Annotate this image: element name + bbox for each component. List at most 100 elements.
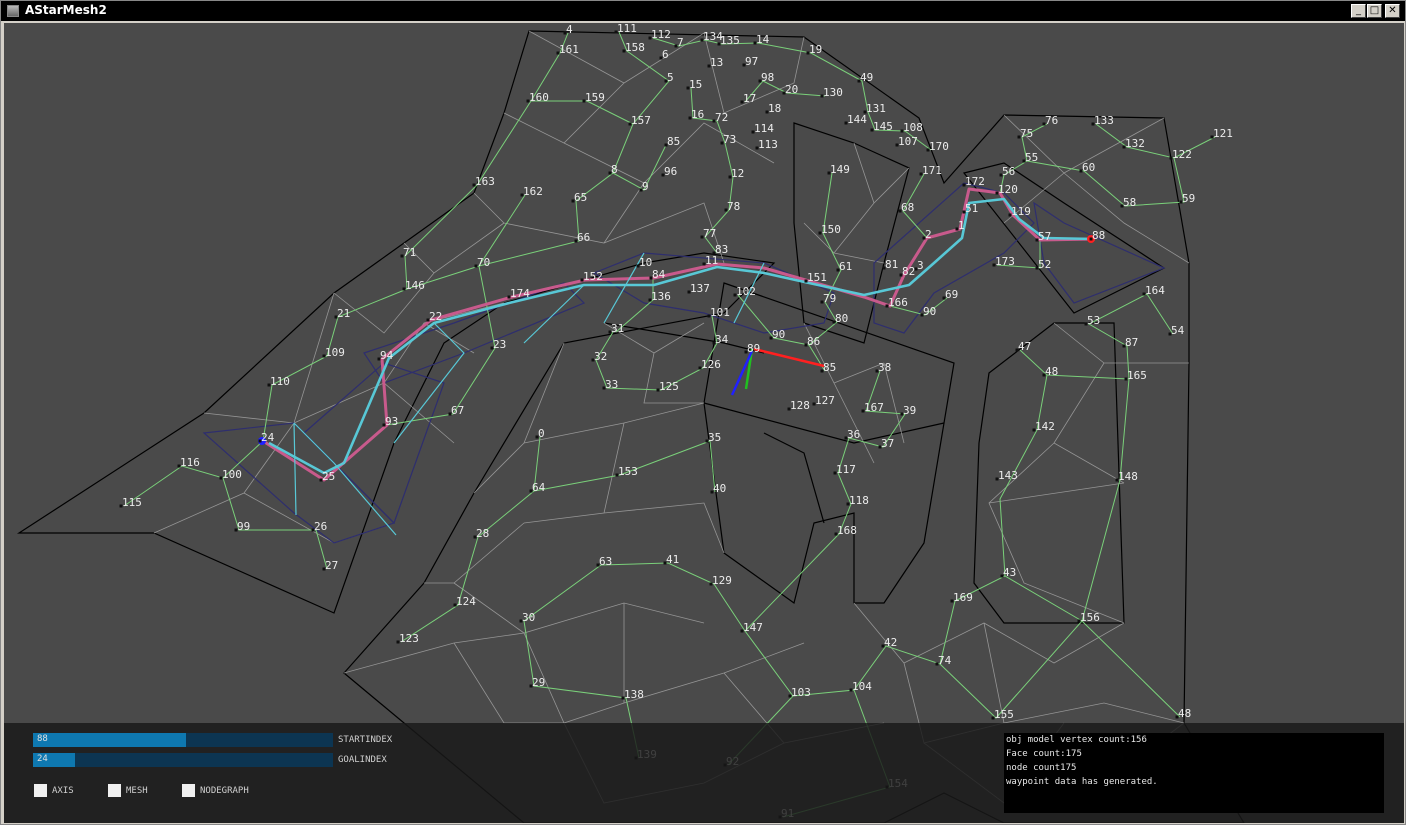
waypoint-node: 126: [698, 358, 721, 371]
close-button[interactable]: ✕: [1385, 4, 1400, 18]
waypoint-label: 168: [837, 524, 857, 537]
waypoint-node: 34: [712, 333, 729, 346]
waypoint-node: 18: [765, 102, 781, 115]
waypoint-label: 48: [1178, 707, 1191, 720]
waypoint-label: 163: [475, 175, 495, 188]
3d-viewport[interactable]: 4 111 112 7 134 135 14 19 161 158 6 13 97 49 5 15 98 20 13…: [4, 23, 1404, 823]
waypoint-label: 123: [399, 632, 419, 645]
waypoint-node: 61: [836, 260, 852, 273]
waypoint-node: 123: [396, 632, 419, 645]
waypoint-label: 97: [745, 55, 758, 68]
waypoint-node: 113: [755, 138, 778, 151]
nodegraph-checkbox[interactable]: [182, 784, 195, 797]
waypoint-node: 112: [648, 28, 671, 41]
waypoint-label: 42: [884, 636, 897, 649]
waypoint-node: 21: [334, 307, 350, 320]
waypoint-node: 170: [926, 140, 949, 153]
waypoint-node: 89: [744, 342, 760, 355]
waypoint-node: 88: [1089, 229, 1105, 242]
waypoint-label: 27: [325, 559, 338, 572]
waypoint-label: 53: [1087, 314, 1100, 327]
waypoint-node: 14: [753, 33, 770, 46]
waypoint-label: 33: [605, 378, 618, 391]
waypoint-label: 36: [847, 428, 860, 441]
waypoint-label: 56: [1002, 165, 1015, 178]
waypoint-node: 110: [267, 375, 290, 388]
waypoint-label: 100: [222, 468, 242, 481]
goal-index-slider[interactable]: 24 GOALINDEX: [33, 753, 387, 767]
waypoint-label: 49: [860, 71, 873, 84]
maximize-button[interactable]: □: [1367, 4, 1382, 18]
waypoint-label: 149: [830, 163, 850, 176]
axis-checkbox[interactable]: [34, 784, 47, 797]
waypoint-label: 59: [1182, 192, 1195, 205]
waypoint-node: 30: [519, 611, 535, 624]
console-line: node count175: [1006, 763, 1077, 773]
waypoint-node: 12: [728, 167, 744, 180]
waypoint-node: 85: [820, 361, 836, 374]
mesh-checkbox[interactable]: [108, 784, 121, 797]
waypoint-label: 11: [705, 254, 718, 267]
waypoint-label: 76: [1045, 114, 1058, 127]
waypoint-label: 120: [998, 183, 1018, 196]
nodegraph-toggle-label: NODEGRAPH: [200, 786, 249, 796]
waypoint-node: 52: [1035, 258, 1051, 271]
waypoint-label: 13: [710, 56, 723, 69]
waypoint-label: 51: [965, 202, 978, 215]
waypoint-label: 171: [922, 164, 942, 177]
waypoint-node: 109: [322, 346, 345, 359]
waypoint-node: 17: [740, 92, 756, 105]
waypoint-label: 75: [1020, 127, 1033, 140]
waypoint-label: 17: [743, 92, 756, 105]
waypoint-label: 81: [885, 258, 898, 271]
axis-toggle-label: AXIS: [52, 786, 74, 796]
waypoint-label: 160: [529, 91, 549, 104]
waypoint-node: 72: [712, 111, 728, 124]
waypoint-node: 132: [1122, 137, 1145, 150]
console-line: obj model vertex count:156: [1006, 735, 1147, 745]
waypoint-node: 6: [659, 48, 669, 61]
goal-index-value: 24: [37, 754, 48, 764]
waypoint-node: 93: [382, 415, 398, 428]
waypoint-node: 124: [453, 595, 476, 608]
waypoint-label: 14: [756, 33, 770, 46]
waypoint-node: 118: [846, 494, 869, 507]
waypoint-node: 173: [992, 255, 1015, 268]
waypoint-node: 130: [820, 86, 843, 99]
waypoint-label: 133: [1094, 114, 1114, 127]
waypoint-label: 6: [662, 48, 669, 61]
waypoint-label: 20: [785, 83, 798, 96]
waypoint-node: 67: [448, 404, 464, 417]
waypoint-label: 58: [1123, 196, 1136, 209]
waypoint-label: 10: [639, 256, 652, 269]
waypoint-label: 130: [823, 86, 843, 99]
waypoint-node: 48: [1175, 707, 1191, 720]
window-title: AStarMesh2: [25, 3, 107, 17]
minimize-button[interactable]: _: [1351, 4, 1366, 18]
waypoint-label: 108: [903, 121, 923, 134]
waypoint-label: 148: [1118, 470, 1138, 483]
title-bar[interactable]: AStarMesh2 _ □ ✕: [1, 1, 1405, 21]
waypoint-label: 68: [901, 201, 914, 214]
waypoint-node: 94: [377, 349, 394, 362]
waypoint-label: 7: [677, 36, 684, 49]
waypoint-label: 144: [847, 113, 867, 126]
waypoint-node: 137: [687, 282, 710, 295]
waypoint-node: 9: [639, 180, 649, 193]
waypoint-label: 79: [823, 292, 836, 305]
waypoint-node: 7: [674, 36, 684, 49]
node-labels: 4 111 1127 134135 1419161 158613 97495159820 13…: [119, 23, 1233, 820]
waypoint-node: 125: [656, 380, 679, 393]
waypoint-node: 172: [962, 175, 985, 188]
waypoint-node: 136: [648, 290, 671, 303]
waypoint-node: 41: [663, 553, 679, 566]
start-index-slider[interactable]: 88 STARTINDEX: [33, 733, 392, 747]
waypoint-label: 84: [652, 268, 666, 281]
waypoint-node: 77: [700, 227, 716, 240]
waypoint-label: 34: [715, 333, 729, 346]
app-icon: [7, 5, 19, 17]
waypoint-node: 122: [1169, 148, 1192, 161]
waypoint-label: 26: [314, 520, 327, 533]
waypoint-node: 103: [788, 686, 811, 699]
waypoint-node: 165: [1124, 369, 1147, 382]
